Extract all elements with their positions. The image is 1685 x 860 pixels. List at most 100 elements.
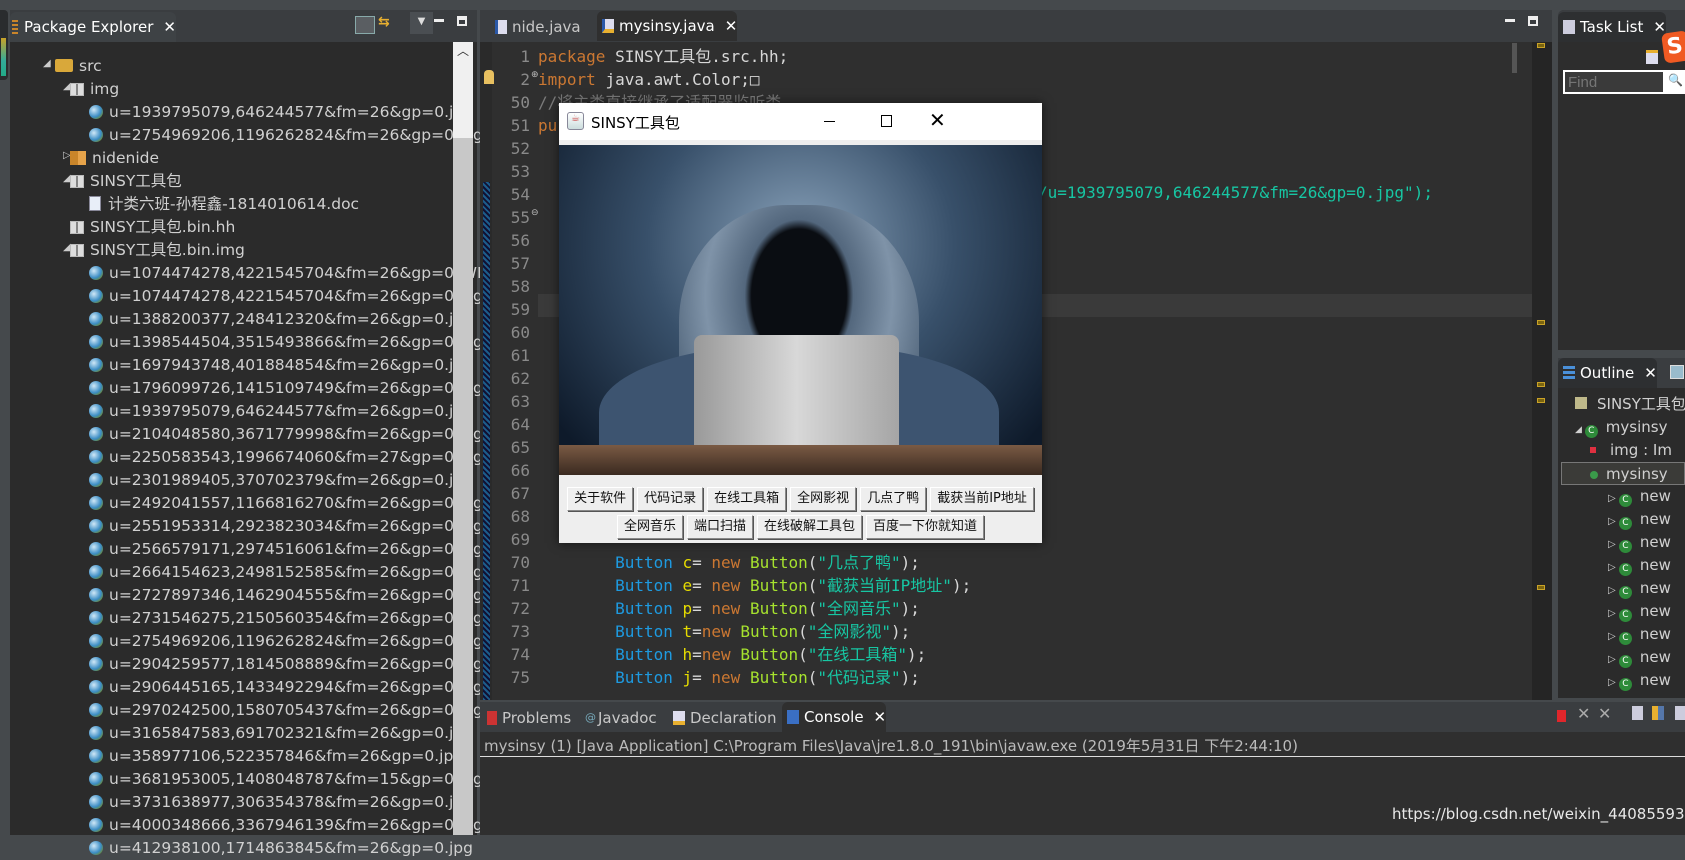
outline-item[interactable]: ▷ Cnew [1608, 485, 1671, 508]
annotation-marker[interactable] [1537, 382, 1545, 387]
tree-item[interactable]: u=2104048580,3671779998&fm=26&gp=0.jpg [89, 423, 483, 446]
window-maximize-button[interactable] [881, 115, 892, 127]
tree-item[interactable]: u=1074474278,4221545704&fm=26&gp=0.jpg [89, 285, 483, 308]
tree-item[interactable]: u=2754969206,1196262824&fm=26&gp=0.jpg [89, 630, 483, 653]
outline-item[interactable]: ▷ Cnew [1608, 600, 1671, 623]
expand-arrow-icon[interactable]: ▷ [1608, 562, 1619, 573]
view-menu-chevron-down-icon[interactable]: ▼ [410, 12, 433, 34]
minimize-icon[interactable] [434, 19, 444, 22]
link-with-editor-icon[interactable]: ⇆ [378, 14, 398, 34]
expand-arrow-icon[interactable]: ▷ [1608, 516, 1619, 527]
remove-all-terminated-icon[interactable]: ✕ [1598, 704, 1611, 723]
window-titlebar[interactable]: ☕ SINSY工具包 ✕ [559, 103, 1042, 140]
tree-item[interactable]: u=2492041557,1166816270&fm=26&gp=0.jpg [89, 492, 483, 515]
task-find-input[interactable] [1565, 72, 1663, 92]
tree-item[interactable]: img [70, 78, 119, 101]
annotation-marker[interactable] [1537, 585, 1545, 590]
scroll-up-arrow-icon[interactable]: ︿ [453, 42, 473, 138]
tree-item[interactable]: u=1074474278,4221545704&fm=26&gp=0_WP [89, 262, 486, 285]
tree-item[interactable]: u=1796099726,1415109749&fm=26&gp=0.jpg [89, 377, 483, 400]
remove-launch-icon[interactable]: ✕ [1577, 704, 1590, 723]
tab-console[interactable]: Console ✕ [782, 702, 887, 732]
tree-item[interactable]: nidenide [70, 147, 159, 170]
outline-extra-tab-icon[interactable] [1670, 365, 1684, 379]
maximize-icon[interactable] [457, 16, 467, 26]
outline-item[interactable]: ▷ Cnew [1608, 554, 1671, 577]
tree-item[interactable]: u=2754969206,1196262824&fm=26&gp=0.jpg [89, 124, 483, 147]
tree-item[interactable]: u=2970242500,1580705437&fm=26&gp=0.jpg [89, 699, 483, 722]
app-button[interactable]: 代码记录 [637, 487, 704, 511]
outline-item[interactable]: ▷ Cnew [1608, 577, 1671, 600]
expand-arrow-icon[interactable]: ▷ [1608, 539, 1619, 550]
tab-javadoc[interactable]: @ Javadoc [580, 703, 657, 733]
app-button[interactable]: 几点了鸭 [860, 487, 927, 511]
outline-item[interactable]: img : Im [1590, 439, 1672, 462]
tree-item[interactable]: u=2566579171,2974516061&fm=26&gp=0.jpg [89, 538, 483, 561]
app-button[interactable]: 在线破解工具包 [757, 515, 863, 539]
tab-package-explorer[interactable]: Package Explorer ✕ [10, 12, 176, 42]
editor-minimize-icon[interactable] [1505, 19, 1515, 22]
tree-item[interactable]: u=2906445165,1433492294&fm=26&gp=0.jpg [89, 676, 483, 699]
outline-item[interactable]: ▷ Cnew [1608, 669, 1671, 692]
annotation-marker[interactable] [1537, 43, 1545, 48]
outline-item[interactable]: ◢ Cmysinsy [1575, 416, 1667, 439]
overview-ruler[interactable] [1532, 42, 1552, 700]
close-icon[interactable]: ✕ [163, 18, 176, 36]
app-button[interactable]: 关于软件 [567, 487, 634, 511]
search-icon[interactable]: 🔍 [1668, 73, 1683, 87]
expand-arrow-icon[interactable]: ▷ [1608, 677, 1619, 688]
app-button[interactable]: 全网音乐 [616, 515, 683, 539]
tree-item[interactable]: u=2301989405,370702379&fm=26&gp=0.jpg [89, 469, 473, 492]
window-close-button[interactable]: ✕ [929, 108, 949, 132]
app-button[interactable]: 端口扫描 [686, 515, 753, 539]
tree-item[interactable]: u=3681953005,1408048787&fm=15&gp=0.jpg [89, 768, 483, 791]
annotation-marker[interactable] [1537, 398, 1545, 403]
app-button[interactable]: 截获当前IP地址 [930, 487, 1034, 511]
tree-item[interactable]: u=2727897346,1462904555&fm=26&gp=0.jpg [89, 584, 483, 607]
annotation-marker[interactable] [1537, 320, 1545, 325]
app-button[interactable]: 百度一下你就知道 [866, 515, 985, 539]
tree-item[interactable]: SINSY工具包.bin.img [70, 239, 245, 262]
console-options-icon[interactable] [1675, 706, 1685, 720]
collapse-fold-icon[interactable]: ⊖ [531, 208, 539, 218]
expand-arrow-icon[interactable]: ▷ [1608, 631, 1619, 642]
editor-maximize-icon[interactable] [1528, 16, 1538, 26]
scroll-lock-icon[interactable] [1652, 706, 1664, 720]
expand-arrow-icon[interactable]: ▷ [1608, 585, 1619, 596]
outline-item[interactable]: ▷ Cnew [1608, 623, 1671, 646]
collapse-arrow-icon[interactable]: ◢ [1575, 425, 1585, 435]
tree-item[interactable]: u=1398544504,3515493866&fm=26&gp=0.jpg [89, 331, 483, 354]
expand-arrow-icon[interactable]: ▷ [1608, 608, 1619, 619]
expand-arrow-icon[interactable]: ▷ [1608, 654, 1619, 665]
tree-item[interactable]: SINSY工具包 [70, 170, 182, 193]
terminate-icon[interactable] [1557, 710, 1566, 722]
tree-item[interactable]: src [55, 55, 102, 78]
tree-item[interactable]: u=2664154623,2498152585&fm=26&gp=0.jpg [89, 561, 483, 584]
close-icon[interactable]: ✕ [874, 708, 887, 726]
tab-nide-java[interactable]: nide.java [490, 12, 581, 42]
tree-item[interactable]: u=4000348666,3367946139&fm=26&gp=0.jpg [89, 814, 483, 837]
tree-item[interactable]: u=2904259577,1814508889&fm=26&gp=0.jpg [89, 653, 483, 676]
outline-item[interactable]: ▷ Cnew [1608, 508, 1671, 531]
outline-item-selected[interactable]: mysinsy [1561, 462, 1685, 485]
find-input-box[interactable]: 🔍 [1563, 70, 1685, 94]
tree-item[interactable]: u=1939795079,646244577&fm=26&gp=0.jpg [89, 400, 473, 423]
tree-item[interactable]: u=2250583543,1996674060&fm=27&gp=0.jpg [89, 446, 483, 469]
tree-item[interactable]: u=2731546275,2150560354&fm=26&gp=0.jpg [89, 607, 483, 630]
app-button[interactable]: 全网影视 [790, 487, 857, 511]
outline-item[interactable]: ▷ Cnew [1608, 646, 1671, 669]
tree-item[interactable]: u=1697943748,401884854&fm=26&gp=0.jpg [89, 354, 473, 377]
new-task-icon[interactable] [1646, 50, 1658, 64]
tab-outline[interactable]: Outline ✕ [1558, 358, 1657, 388]
minimized-view-strip[interactable] [0, 10, 8, 80]
vertical-scrollbar[interactable]: ︿ [453, 42, 473, 835]
collapse-arrow-icon[interactable]: ◢ [43, 58, 51, 69]
editor-scrollbar[interactable] [1512, 43, 1517, 73]
tree-item[interactable]: u=412938100,1714863845&fm=26&gp=0.jpg [89, 837, 473, 860]
collapse-all-icon[interactable] [355, 16, 375, 34]
app-button[interactable]: 在线工具箱 [707, 487, 787, 511]
outline-item[interactable]: ▷ Cnew [1608, 531, 1671, 554]
tree-item[interactable]: u=3165847583,691702321&fm=26&gp=0.jpg [89, 722, 473, 745]
tree-item[interactable]: u=1939795079,646244577&fm=26&gp=0.jpg [89, 101, 473, 124]
tree-item[interactable]: 计类六班-孙程鑫-1814010614.doc [89, 193, 359, 216]
